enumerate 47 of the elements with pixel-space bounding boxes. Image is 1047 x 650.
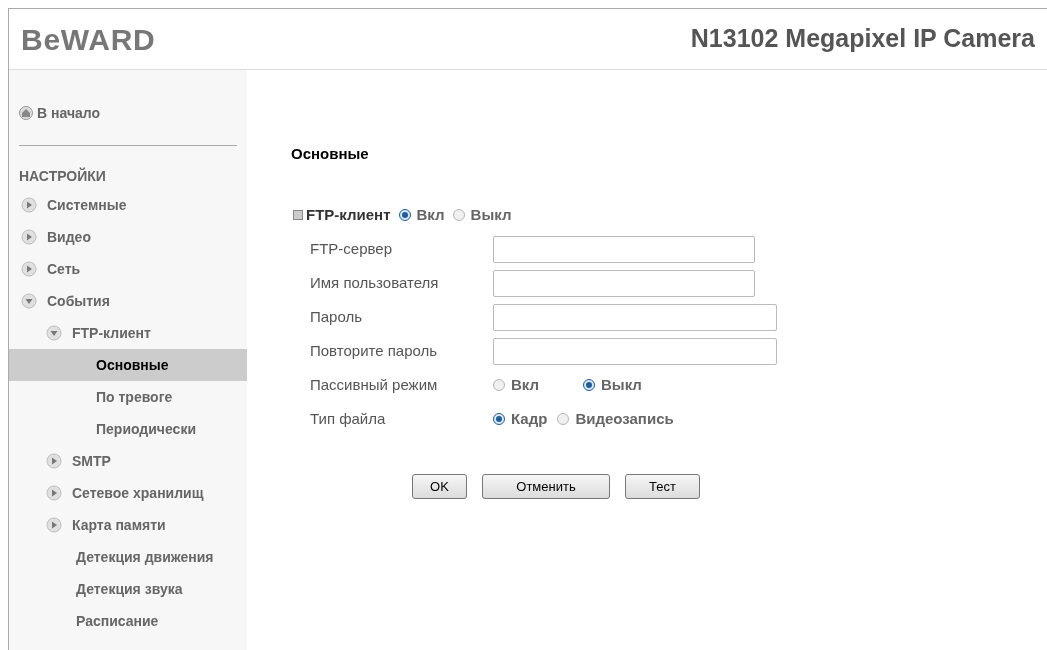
sidebar-item[interactable]: Карта памяти <box>9 509 247 541</box>
sidebar-item[interactable]: SMTP <box>9 445 247 477</box>
radio-label: Выкл <box>470 204 512 225</box>
square-icon <box>293 209 303 220</box>
section-heading: НАСТРОЙКИ <box>18 166 107 186</box>
radio-button[interactable] <box>493 413 505 425</box>
radio-label: Кадр <box>511 408 548 429</box>
sidebar-item[interactable]: События <box>9 285 247 317</box>
sidebar-item[interactable]: Основные <box>9 349 247 381</box>
radio-label: Выкл <box>601 374 642 395</box>
field-label: Повторите пароль <box>310 340 439 361</box>
field-label: Пассивный режим <box>310 374 439 395</box>
form-button[interactable]: OK <box>412 474 467 499</box>
field-label: Пароль <box>310 306 364 327</box>
sidebar-item[interactable]: Системные <box>9 189 247 221</box>
form-button[interactable]: Тест <box>625 474 700 499</box>
radio-label: Видеозапись <box>575 408 674 429</box>
sidebar-item[interactable]: FTP-клиент <box>9 317 247 349</box>
radio-button[interactable] <box>398 208 411 221</box>
sidebar-item[interactable]: Периодически <box>9 413 247 445</box>
radio-button[interactable] <box>452 208 465 221</box>
field-label: Тип файла <box>310 408 387 429</box>
field-label: FTP-сервер <box>310 238 393 259</box>
radio-button[interactable] <box>557 413 570 425</box>
form-button[interactable]: Отменить <box>482 474 610 499</box>
sidebar-item[interactable]: Сеть <box>9 253 247 285</box>
field-label: Имя пользователя <box>310 272 440 293</box>
radio-label: Вкл <box>511 374 540 395</box>
sidebar-item[interactable]: Сетевое хранилищ <box>9 477 247 509</box>
sidebar-item[interactable]: Детекция движения <box>9 541 247 573</box>
sidebar-item[interactable]: Видео <box>9 221 247 253</box>
sidebar-item[interactable]: Расписание <box>9 605 247 637</box>
home-link[interactable]: В начало <box>37 102 101 124</box>
input-field[interactable] <box>493 303 777 331</box>
sidebar-item[interactable]: По тревоге <box>9 381 247 413</box>
radio-button[interactable] <box>583 379 595 391</box>
input-field[interactable] <box>493 337 777 365</box>
home-icon <box>19 106 33 120</box>
form-title: Основные <box>291 144 370 164</box>
page-title: N13102 Megapixel IP Camera <box>690 23 1035 55</box>
radio-label: Вкл <box>416 204 445 225</box>
logo: BeWARD <box>21 21 156 58</box>
sidebar-item[interactable]: Детекция звука <box>9 573 247 605</box>
radio-button[interactable] <box>493 379 505 391</box>
input-field[interactable] <box>493 269 755 297</box>
input-field[interactable] <box>493 235 755 263</box>
group-label: FTP-клиент <box>306 204 391 225</box>
